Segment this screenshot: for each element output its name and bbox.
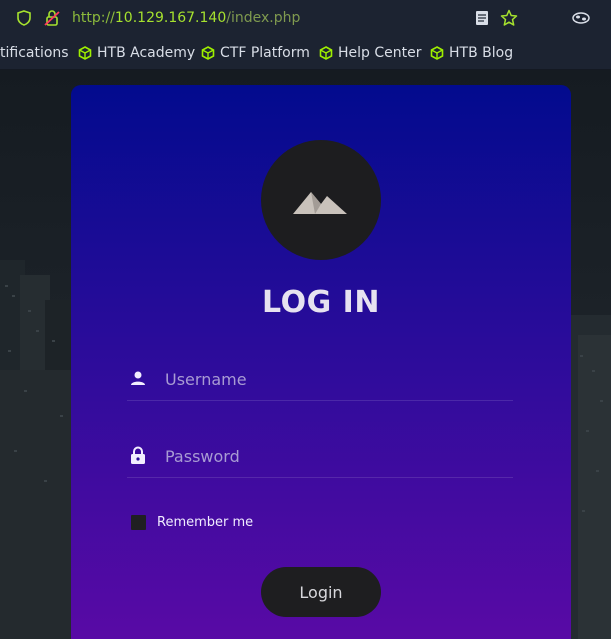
remember-checkbox[interactable] <box>131 515 146 530</box>
bookmark-label: HTB Academy <box>97 45 196 61</box>
page-title: LOG IN <box>262 285 380 320</box>
login-button[interactable]: Login <box>261 567 381 617</box>
bookmark-label: HTB Blog <box>449 45 514 61</box>
password-input[interactable] <box>163 442 507 470</box>
bookmark-label: CTF Platform <box>220 45 310 61</box>
mountain-icon <box>293 192 347 214</box>
bookmarks-toolbar: tifications HTB Academy CTF Platform Hel… <box>0 36 611 70</box>
username-field <box>127 360 513 401</box>
insecure-lock-icon[interactable] <box>42 8 62 28</box>
cube-icon <box>201 46 215 60</box>
cube-icon <box>78 46 92 60</box>
bookmark-label: Help Center <box>338 45 422 61</box>
bookmark-help-center[interactable]: Help Center <box>319 44 422 62</box>
cube-icon <box>319 46 333 60</box>
lock-icon <box>129 445 147 465</box>
login-card: LOG IN Remember me Login <box>71 85 571 639</box>
remember-me[interactable]: Remember me <box>131 515 253 530</box>
password-field <box>127 437 513 478</box>
bookmark-htb-blog[interactable]: HTB Blog <box>430 44 513 62</box>
extension-icon[interactable] <box>571 8 591 28</box>
bookmark-star-icon[interactable] <box>499 8 519 28</box>
url-host: 10.129.167.140 <box>114 10 227 26</box>
user-icon <box>129 368 147 388</box>
url-scheme: http:// <box>72 10 115 26</box>
bookmark-label: tifications <box>0 45 69 61</box>
logo <box>261 140 381 260</box>
reader-view-icon[interactable] <box>472 8 492 28</box>
username-input[interactable] <box>163 365 507 393</box>
remember-label: Remember me <box>157 515 254 530</box>
bookmark-htb-academy[interactable]: HTB Academy <box>78 44 195 62</box>
page-content: LOG IN Remember me Login <box>0 70 611 639</box>
bookmark-ctf-platform[interactable]: CTF Platform <box>201 44 310 62</box>
shield-icon[interactable] <box>14 8 34 28</box>
url-bar[interactable]: http://10.129.167.140/index.php <box>72 9 300 27</box>
bookmark-notifications[interactable]: tifications <box>0 44 69 62</box>
browser-toolbar: http://10.129.167.140/index.php <box>0 0 611 36</box>
cube-icon <box>430 46 444 60</box>
url-path: /index.php <box>226 10 301 26</box>
